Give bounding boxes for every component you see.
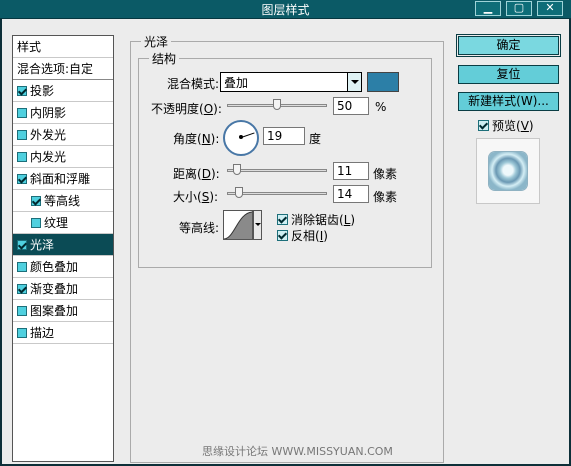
style-item-label: 等高线 [44,194,81,208]
style-item-checkbox[interactable] [17,240,27,250]
style-item-label: 斜面和浮雕 [30,172,91,186]
style-item[interactable]: 内阴影 [13,102,113,124]
ok-button[interactable]: 确定 [456,34,561,57]
angle-label: 角度(N): [173,132,220,146]
title-bar: 图层样式 ▁ ▢ ✕ [0,0,571,19]
style-item-label: 投影 [30,84,55,98]
style-item[interactable]: 纹理 [13,212,113,234]
invert-option[interactable]: 反相(I) [277,227,328,244]
style-item-checkbox[interactable] [31,218,41,228]
style-item-checkbox[interactable] [17,262,27,272]
structure-group: 结构 混合模式: 叠加 不透明度(O): 50 % 角度(N): 19 度 距离… [138,50,432,268]
blend-mode-value: 叠加 [224,76,249,90]
watermark-text: 思缘设计论坛 WWW.MISSYUAN.COM [202,445,393,458]
close-button[interactable]: ✕ [537,1,563,16]
maximize-button[interactable]: ▢ [506,1,532,16]
preview-image [489,152,527,190]
blending-options-label: 混合选项:自定 [17,62,94,76]
style-item-label: 外发光 [30,128,67,142]
style-item[interactable]: 投影 [13,80,113,102]
style-item[interactable]: 等高线 [13,190,113,212]
opacity-label: 不透明度(O): [151,102,222,116]
satin-group: 光泽 结构 混合模式: 叠加 不透明度(O): 50 % 角度(N): 19 度… [130,33,444,463]
reset-button[interactable]: 复位 [458,65,559,84]
opacity-slider-thumb[interactable] [273,99,281,110]
preview-option[interactable]: 预览(V) [478,117,534,134]
styles-header[interactable]: 样式 [13,36,113,58]
style-item-label: 图案叠加 [30,304,79,318]
contour-preview[interactable] [223,210,253,240]
angle-input[interactable]: 19 [263,127,305,145]
blend-mode-select[interactable]: 叠加 [220,72,362,92]
opacity-input[interactable]: 50 [333,97,369,115]
style-item-checkbox[interactable] [17,86,27,96]
style-item[interactable]: 内发光 [13,146,113,168]
blending-options-item[interactable]: 混合选项:自定 [13,58,113,80]
blend-mode-label: 混合模式: [167,77,220,91]
style-item-label: 渐变叠加 [30,282,79,296]
contour-curve-icon [224,211,252,239]
blend-color-swatch[interactable] [367,72,399,92]
dialog-body: 样式 混合选项:自定 投影 内阴影 外发光 内发光 斜面和浮雕 等高线 纹理 光泽 颜色叠加 渐变… [2,19,569,464]
contour-label: 等高线: [179,221,220,235]
style-item-label: 纹理 [44,216,69,230]
contour-dropdown-button[interactable] [253,210,262,240]
style-item[interactable]: 光泽 [13,234,113,256]
style-item[interactable]: 图案叠加 [13,300,113,322]
style-item-checkbox[interactable] [17,306,27,316]
structure-group-title: 结构 [149,50,180,67]
style-item-checkbox[interactable] [17,328,27,338]
size-input[interactable]: 14 [333,185,369,203]
preview-checkbox[interactable] [478,120,489,131]
distance-slider-track[interactable] [227,169,327,172]
style-item-checkbox[interactable] [31,196,41,206]
size-slider-thumb[interactable] [235,187,243,198]
style-item[interactable]: 外发光 [13,124,113,146]
size-label: 大小(S): [173,190,219,204]
style-item[interactable]: 颜色叠加 [13,256,113,278]
style-item-label: 光泽 [30,238,55,252]
style-item-label: 颜色叠加 [30,260,79,274]
distance-unit: 像素 [373,167,398,181]
chevron-down-icon[interactable] [347,73,361,91]
style-item[interactable]: 斜面和浮雕 [13,168,113,190]
style-list: 样式 混合选项:自定 投影内阴影外发光内发光斜面和浮雕等高线纹理光泽颜色叠加渐变… [12,35,114,462]
anti-alias-checkbox[interactable] [277,214,288,225]
styles-header-label: 样式 [17,40,42,54]
angle-dial-needle [241,132,255,138]
distance-label: 距离(D): [173,167,220,181]
style-item[interactable]: 描边 [13,322,113,344]
distance-slider-thumb[interactable] [233,164,241,175]
minimize-button[interactable]: ▁ [475,1,501,16]
style-item-checkbox[interactable] [17,130,27,140]
style-item[interactable]: 渐变叠加 [13,278,113,300]
distance-input[interactable]: 11 [333,162,369,180]
style-item-label: 内发光 [30,150,67,164]
style-item-checkbox[interactable] [17,152,27,162]
invert-checkbox[interactable] [277,230,288,241]
new-style-button[interactable]: 新建样式(W)... [458,92,559,111]
style-item-checkbox[interactable] [17,108,27,118]
anti-alias-option[interactable]: 消除锯齿(L) [277,211,355,228]
style-item-checkbox[interactable] [17,174,27,184]
opacity-unit: % [375,100,387,114]
angle-dial[interactable] [223,120,259,156]
style-preview-thumbnail [476,138,540,204]
style-item-label: 描边 [30,326,55,340]
layer-style-dialog: 图层样式 ▁ ▢ ✕ 样式 混合选项:自定 投影内阴影外发光内发光斜面和浮雕等高… [0,0,571,466]
satin-group-title: 光泽 [141,33,172,50]
style-item-label: 内阴影 [30,106,67,120]
angle-unit: 度 [309,132,322,146]
style-item-checkbox[interactable] [17,284,27,294]
size-unit: 像素 [373,190,398,204]
